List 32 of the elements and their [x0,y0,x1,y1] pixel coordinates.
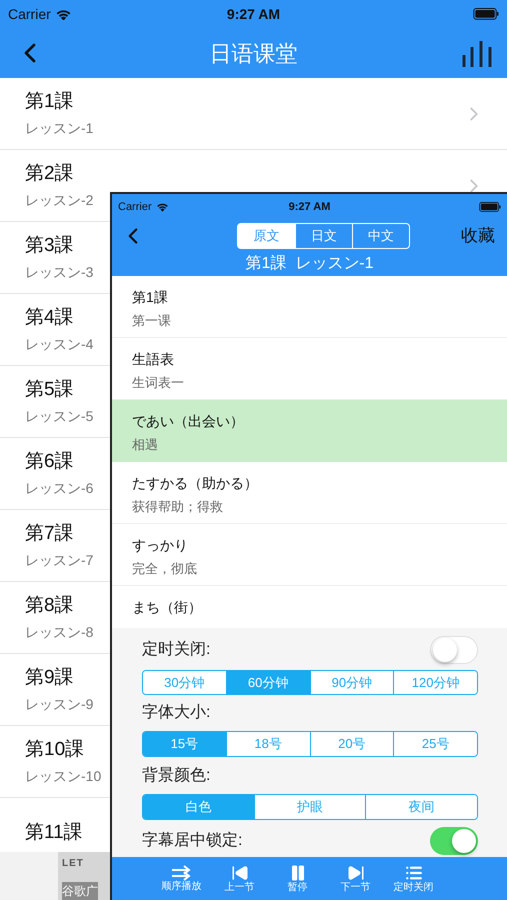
ad-text: LET [62,857,84,871]
page-title: 日语课堂 [210,40,298,68]
status-time: 9:27 AM [226,4,280,24]
lesson-subtitle: レッスン-5 [25,407,94,426]
sentence-translation: 获得帮助；得救 [132,498,223,516]
status-time: 9:27 AM [288,200,330,215]
lesson-subtitle: レッスン-8 [25,623,94,642]
sentence-translation: 第一课 [132,312,171,330]
sentence-text: すっかり [132,536,188,555]
setting-label: 字幕居中锁定: [142,830,242,852]
sentence-text: であい（出会い） [132,412,244,431]
sentence-translation: 生词表一 [132,374,184,392]
setting-label: 字体大小: [142,702,212,724]
sentence-text: たすかる（助かる） [132,474,258,493]
ad-text: 谷歌广 [62,882,98,900]
lesson-subtitle: レッスン-4 [25,335,94,354]
lesson-subtitle: レッスン-7 [25,551,94,570]
lesson-heading: 第1課 レッスン-1 [245,254,374,274]
sentence-translation: 完全，彻底 [132,560,197,578]
carrier-label: Carrier [118,200,152,215]
lesson-subtitle: レッスン-9 [25,695,94,714]
lesson-subtitle: レッスン-2 [25,191,94,210]
lesson-subtitle: レッスン-3 [25,263,94,282]
lesson-subtitle: レッスン-6 [25,479,94,498]
lesson-subtitle: レッスン-10 [25,767,102,786]
sentence-text: まち（街） [132,598,202,617]
sentence-translation: 相遇 [132,436,158,454]
lesson-subtitle: レッスン-1 [25,119,94,138]
sentence-text: 第1課 [132,288,168,307]
setting-label: 背景颜色: [142,766,212,786]
sentence-text: 生語表 [132,350,174,369]
carrier-label: Carrier [8,4,51,24]
